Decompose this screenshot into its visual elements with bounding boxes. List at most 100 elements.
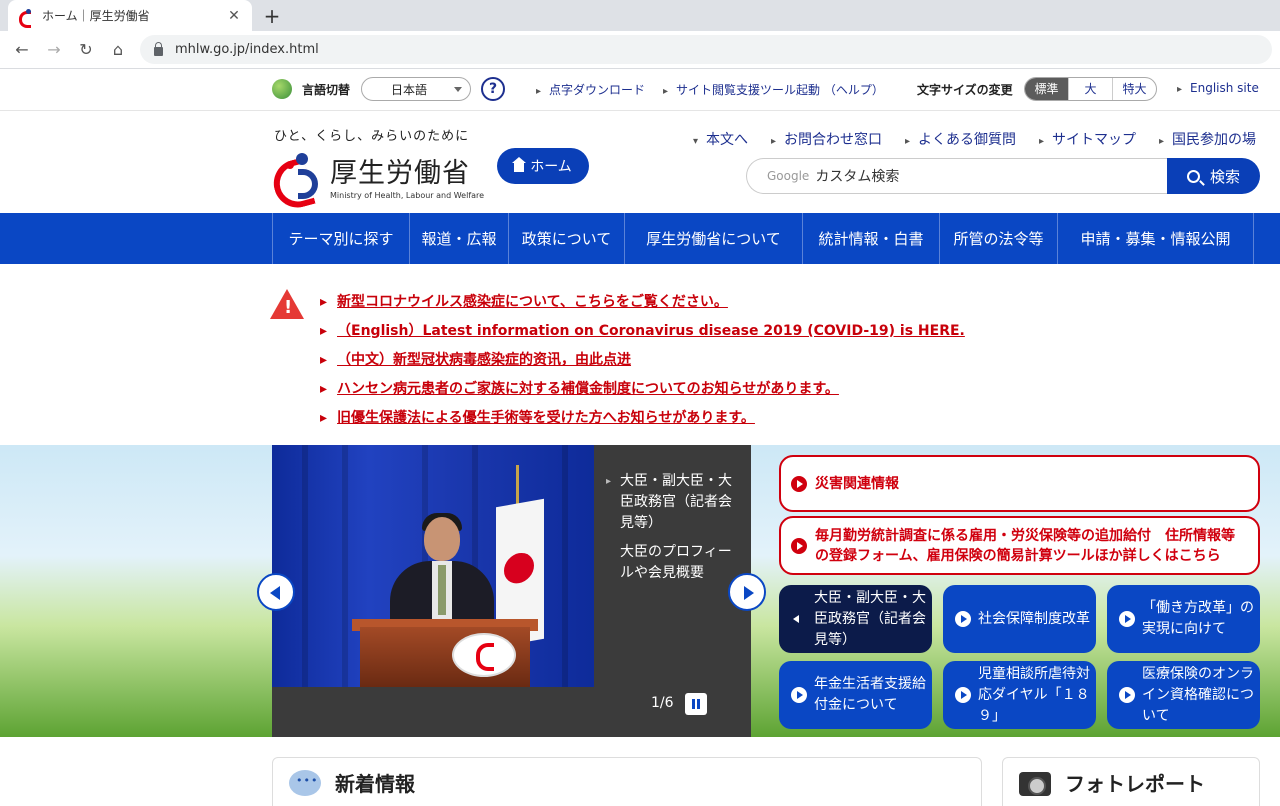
mhlw-logo-icon	[272, 149, 324, 203]
header-link-sitemap[interactable]: ▸ サイトマップ	[1039, 129, 1136, 149]
camera-icon	[1019, 772, 1051, 796]
nav-themes[interactable]: テーマ別に探す	[273, 213, 410, 264]
tile-minister[interactable]: 大臣・副大臣・大臣政務官（記者会見等）	[779, 585, 932, 653]
nav-press[interactable]: 報道・広報	[410, 213, 509, 264]
tile-social-security[interactable]: 社会保障制度改革	[943, 585, 1096, 653]
braille-download-link[interactable]: 点字ダウンロード	[536, 81, 645, 98]
search-button[interactable]: 検索	[1167, 158, 1260, 194]
carousel-prev-button[interactable]	[257, 573, 295, 611]
warning-icon-mark: !	[284, 297, 293, 318]
arrow-circle-icon	[791, 475, 807, 492]
search-form: Google カスタム検索 検索	[746, 158, 1260, 194]
arrow-circle-icon	[1119, 611, 1135, 627]
hero-carousel[interactable]: 大臣・副大臣・大臣政務官（記者会見等） 大臣のプロフィールや会見概要 1/6	[272, 445, 751, 737]
tile-child-abuse-dial[interactable]: 児童相談所虐待対応ダイヤル「１８９」	[943, 661, 1096, 729]
fontsize-large[interactable]: 大	[1068, 78, 1112, 100]
url-field[interactable]: mhlw.go.jp/index.html	[140, 35, 1272, 64]
language-label: 言語切替	[272, 79, 350, 99]
site-logo[interactable]: 厚生労働省 Ministry of Health, Labour and Wel…	[272, 147, 485, 205]
slide-caption-sub: 大臣のプロフィールや会見概要	[620, 544, 732, 581]
slide-caption-title[interactable]: 大臣・副大臣・大臣政務官（記者会見等）	[606, 471, 742, 534]
carousel-next-button[interactable]	[728, 573, 766, 611]
fontsize-standard[interactable]: 標準	[1025, 78, 1068, 100]
global-nav: テーマ別に探す 報道・広報 政策について 厚生労働省について 統計情報・白書 所…	[0, 213, 1280, 264]
site-header: ひと、くらし、みらいのために 厚生労働省 Ministry of Health,…	[0, 111, 1280, 213]
nav-about[interactable]: 厚生労働省について	[625, 213, 803, 264]
house-icon	[512, 156, 527, 172]
tile-workstyle-reform-label: 「働き方改革」の実現に向けて	[1142, 600, 1254, 637]
arrow-circle-icon	[955, 687, 971, 703]
header-link-contact[interactable]: ▸ お問合わせ窓口	[771, 129, 882, 149]
arrow-circle-icon	[791, 687, 807, 703]
close-tab-icon[interactable]: ✕	[226, 8, 242, 24]
search-button-label: 検索	[1209, 167, 1240, 186]
slide-counter: 1/6	[651, 695, 674, 711]
logo-japanese: 厚生労働省	[330, 158, 470, 189]
alerts-section: ! 新型コロナウイルス感染症について、こちらをご覧ください。 （English）…	[0, 285, 1280, 435]
slide-caption[interactable]: 大臣・副大臣・大臣政務官（記者会見等） 大臣のプロフィールや会見概要	[606, 471, 742, 584]
news-heading: 新着情報	[335, 772, 415, 796]
header-link-faq[interactable]: ▸ よくある御質問	[905, 129, 1016, 149]
tab-title: ホーム｜厚生労働省	[42, 9, 150, 23]
home-button[interactable]: ホーム	[497, 148, 589, 184]
language-select[interactable]: 日本語	[361, 77, 471, 101]
arrow-left-icon	[791, 611, 807, 627]
url-text: mhlw.go.jp/index.html	[175, 42, 319, 57]
minister-photo[interactable]	[272, 445, 594, 687]
favicon-icon	[18, 8, 34, 28]
home-icon[interactable]: ⌂	[102, 40, 134, 59]
additional-benefits-label: 毎月勤労統計調査に係る雇用・労災保険等の追加給付 住所情報等の登録フォーム、雇用…	[815, 527, 1235, 564]
browser-tabbar: ホーム｜厚生労働省 ✕ +	[0, 0, 1280, 31]
tile-child-abuse-dial-label: 児童相談所虐待対応ダイヤル「１８９」	[978, 665, 1090, 724]
tile-pension-benefit[interactable]: 年金生活者支援給付金について	[779, 661, 932, 729]
chat-bubble-icon	[289, 770, 321, 796]
tile-online-eligibility[interactable]: 医療保険のオンライン資格確認について	[1107, 661, 1260, 729]
logo-english: Ministry of Health, Labour and Welfare	[330, 191, 485, 200]
alert-covid-english[interactable]: （English）Latest information on Coronavir…	[320, 320, 965, 340]
pause-icon[interactable]	[685, 693, 707, 715]
tile-minister-label: 大臣・副大臣・大臣政務官（記者会見等）	[814, 589, 926, 648]
search-input[interactable]: Google カスタム検索	[746, 158, 1168, 194]
home-button-label: ホーム	[530, 159, 572, 175]
additional-benefits-link[interactable]: 毎月勤労統計調査に係る雇用・労災保険等の追加給付 住所情報等の登録フォーム、雇用…	[779, 516, 1260, 575]
new-tab-icon[interactable]: +	[262, 4, 282, 28]
language-label-text: 言語切替	[302, 82, 351, 97]
disaster-info-link[interactable]: 災害関連情報	[779, 455, 1260, 512]
fontsize-xlarge[interactable]: 特大	[1112, 78, 1156, 100]
language-select-value: 日本語	[390, 82, 427, 97]
help-icon[interactable]: ?	[481, 77, 505, 101]
tile-online-eligibility-label: 医療保険のオンライン資格確認について	[1142, 665, 1254, 724]
back-icon[interactable]: ←	[6, 40, 38, 59]
alert-covid[interactable]: 新型コロナウイルス感染症について、こちらをご覧ください。	[320, 291, 728, 311]
arrow-circle-icon	[1119, 687, 1135, 703]
alert-covid-chinese[interactable]: （中文）新型冠状病毒感染症的资讯，由此点进	[320, 349, 631, 369]
arrow-circle-icon	[791, 537, 807, 554]
search-placeholder: カスタム検索	[815, 169, 900, 185]
header-link-participation[interactable]: ▸ 国民参加の場	[1159, 129, 1256, 149]
utility-bar: 言語切替 日本語 ? 点字ダウンロード サイト閲覧支援ツール起動 （ヘルプ） 文…	[0, 69, 1280, 111]
hero-section: 大臣・副大臣・大臣政務官（記者会見等） 大臣のプロフィールや会見概要 1/6 災…	[0, 445, 1280, 737]
alert-eugenic[interactable]: 旧優生保護法による優生手術等を受けた方へお知らせがあります。	[320, 407, 755, 427]
arrow-circle-icon	[955, 611, 971, 627]
chevron-down-icon	[454, 87, 462, 92]
nav-laws[interactable]: 所管の法令等	[940, 213, 1058, 264]
tile-pension-benefit-label: 年金生活者支援給付金について	[814, 676, 926, 713]
search-icon	[1186, 169, 1200, 183]
browser-tab[interactable]: ホーム｜厚生労働省 ✕	[8, 0, 252, 31]
news-panel: 新着情報	[272, 757, 982, 806]
nav-applications[interactable]: 申請・募集・情報公開	[1058, 213, 1254, 264]
lock-icon	[154, 42, 163, 56]
header-link-skip[interactable]: ▾ 本文へ	[693, 129, 748, 149]
accessibility-tool-link[interactable]: サイト閲覧支援ツール起動 （ヘルプ）	[663, 81, 884, 98]
reload-icon[interactable]: ↻	[70, 40, 102, 59]
tile-workstyle-reform[interactable]: 「働き方改革」の実現に向けて	[1107, 585, 1260, 653]
photo-report-heading: フォトレポート	[1065, 772, 1205, 796]
fontsize-label: 文字サイズの変更	[917, 83, 1013, 97]
nav-policy[interactable]: 政策について	[509, 213, 625, 264]
forward-icon[interactable]: →	[38, 40, 70, 59]
globe-icon	[272, 79, 292, 99]
nav-statistics[interactable]: 統計情報・白書	[803, 213, 940, 264]
photo-report-panel: フォトレポート	[1002, 757, 1260, 806]
alert-hansen[interactable]: ハンセン病元患者のご家族に対する補償金制度についてのお知らせがあります。	[320, 378, 839, 398]
english-site-link[interactable]: English site	[1177, 81, 1259, 95]
